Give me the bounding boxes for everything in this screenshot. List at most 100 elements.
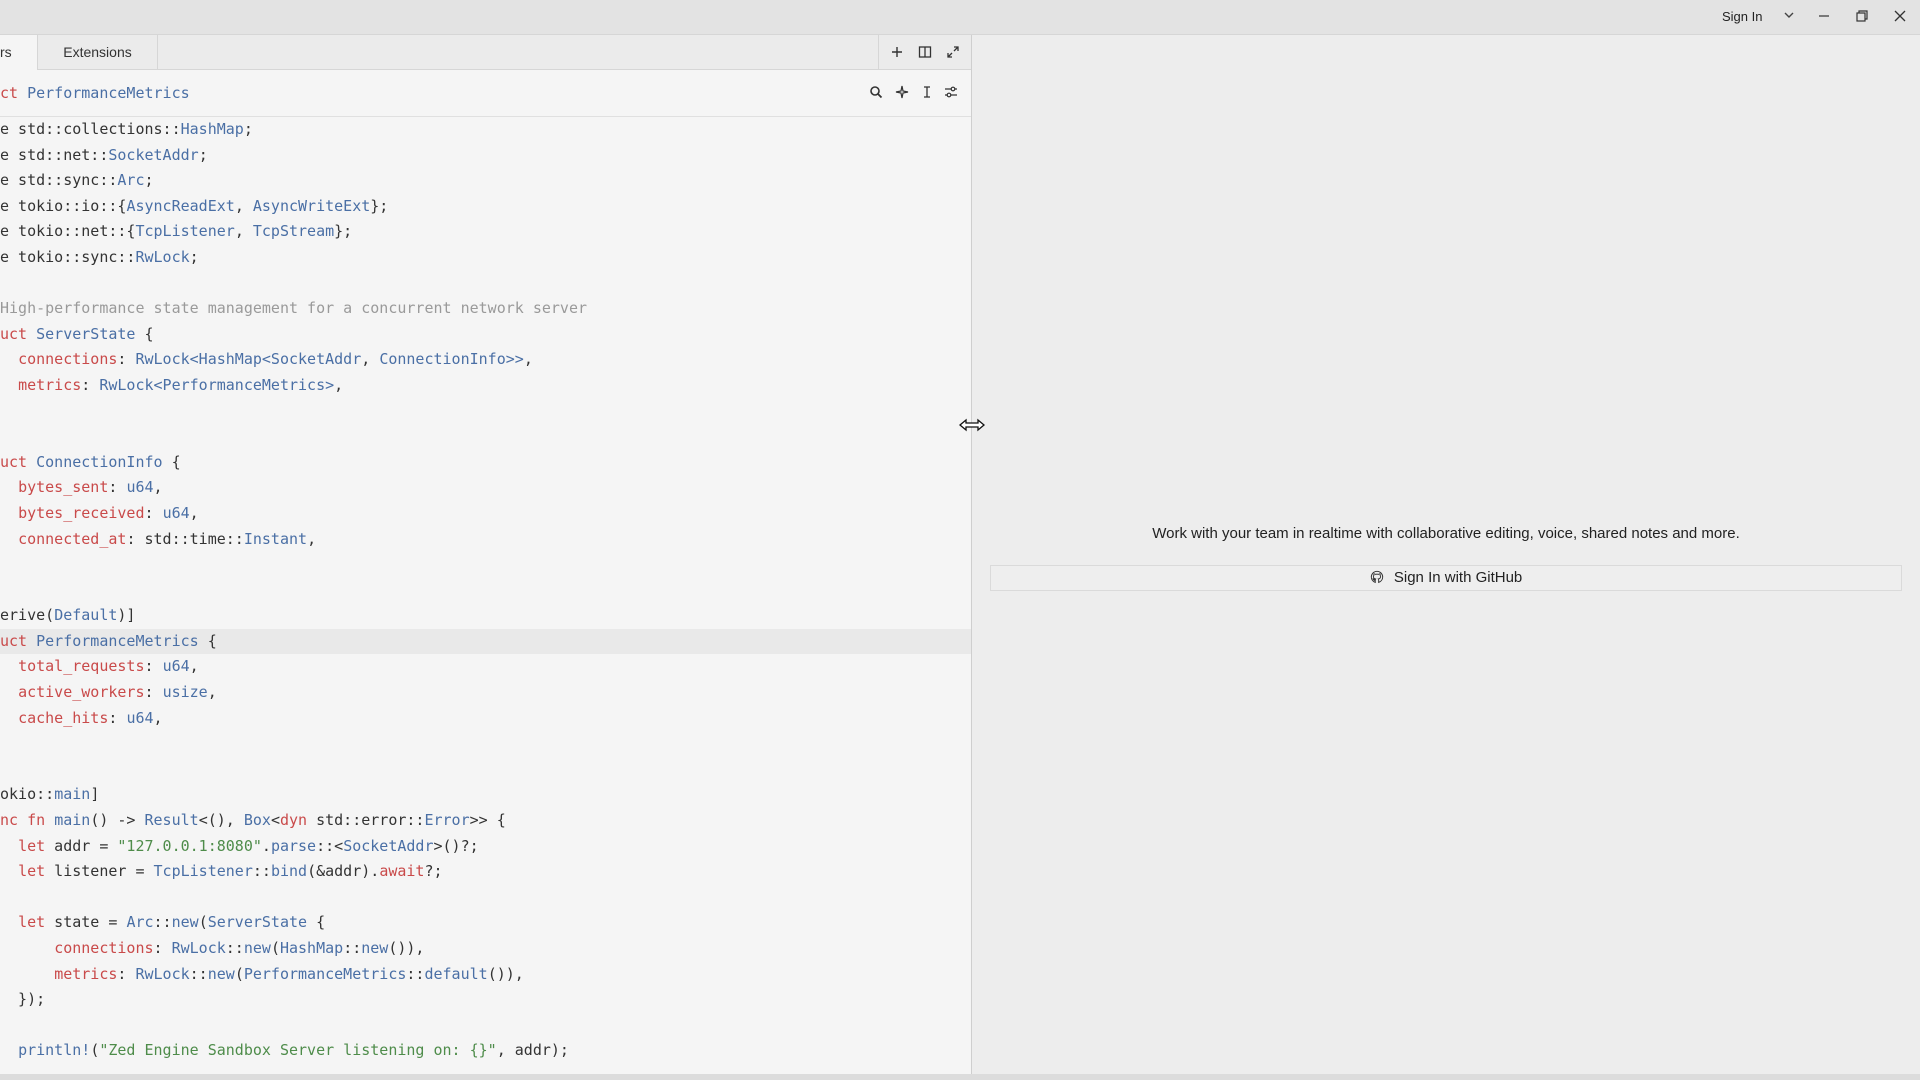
code-token: () -> [90,811,145,830]
code-line[interactable]: connected_at: std::time::Instant, [0,527,971,553]
code-token: ServerState [207,913,308,932]
code-line[interactable] [0,885,971,911]
code-token: <(), [198,811,244,830]
code-token: : std::time:: [126,529,244,548]
code-line[interactable]: bytes_received: u64, [0,501,971,527]
text-cursor-icon[interactable] [919,84,935,100]
code-token: "Zed Engine Sandbox Server listening on:… [99,1041,497,1060]
sign-in-menu[interactable]: Sign In [1722,9,1762,24]
code-token: erive( [0,606,55,625]
maximize-icon[interactable] [945,44,961,60]
chevron-down-icon[interactable] [1782,8,1796,22]
code-line[interactable] [0,757,971,783]
code-line[interactable]: }); [0,987,971,1013]
code-line[interactable]: okio::main] [0,782,971,808]
close-icon[interactable] [1892,8,1908,24]
code-line[interactable] [0,424,971,450]
code-line[interactable] [0,731,971,757]
split-pane-icon[interactable] [917,44,933,60]
code-line[interactable]: uct ServerState { [0,322,971,348]
code-token: main [54,785,91,804]
code-line[interactable]: let addr = "127.0.0.1:8080".parse::<Sock… [0,834,971,860]
tab-current-file[interactable]: rs [0,35,38,70]
tab-extensions[interactable]: Extensions [38,35,158,69]
code-line[interactable]: cache_hits: u64, [0,706,971,732]
code-line[interactable]: connections: RwLock<HashMap<SocketAddr, … [0,347,971,373]
minimize-icon[interactable] [1816,8,1832,24]
code-editor[interactable]: e std::collections::HashMap; e std::net::… [0,117,971,1064]
code-token: , [334,375,344,394]
code-line[interactable]: erive(Default)] [0,603,971,629]
tab-label: rs [0,44,12,60]
code-line[interactable] [0,399,971,425]
code-line[interactable] [0,578,971,604]
code-line[interactable]: uct PerformanceMetrics { [0,628,971,655]
code-line[interactable]: let state = Arc::new(ServerState { [0,910,971,936]
plus-icon[interactable] [889,44,905,60]
code-token: : [108,708,127,727]
code-line[interactable]: metrics: RwLock<PerformanceMetrics>, [0,373,971,399]
code-line[interactable]: bytes_sent: u64, [0,475,971,501]
code-line[interactable] [0,1013,971,1039]
code-line[interactable]: e tokio::io::{AsyncReadExt, AsyncWriteEx… [0,194,971,220]
code-token: ; [243,120,253,138]
code-token: e std::net:: [0,145,109,164]
code-token: , [307,529,317,548]
code-token: ( [234,964,244,983]
code-token: state = [45,913,127,932]
code-token: Result [144,811,199,830]
code-line[interactable]: metrics: RwLock::new(PerformanceMetrics:… [0,962,971,988]
code-line[interactable]: uct ConnectionInfo { [0,450,971,476]
code-token: HashMap [279,939,344,957]
code-token: std::error:: [307,811,425,830]
code-line[interactable]: e std::sync::Arc; [0,168,971,194]
sparkle-icon[interactable] [894,84,910,100]
code-token: ( [198,913,208,932]
code-token: PerformanceMetrics [243,964,407,983]
code-line[interactable]: connections: RwLock::new(HashMap::new())… [0,936,971,962]
collab-message: Work with your team in realtime with col… [1152,525,1740,542]
code-line[interactable]: e std::collections::HashMap; [0,117,971,143]
code-line[interactable]: let listener = TcpListener::bind(&addr).… [0,859,971,885]
code-line[interactable]: total_requests: u64, [0,654,971,680]
search-icon[interactable] [868,84,884,100]
restore-icon[interactable] [1854,8,1870,24]
code-token: ; [198,145,208,164]
code-token: ; [189,247,199,266]
code-line[interactable]: e tokio::sync::RwLock; [0,245,971,271]
code-token: High-performance state management for a … [0,299,587,318]
breadcrumb[interactable]: ct PerformanceMetrics [0,84,190,102]
code-token: e std::sync:: [0,171,118,190]
sign-in-github-button[interactable]: Sign In with GitHub [990,565,1902,591]
code-token: : [144,503,163,522]
code-line[interactable]: e tokio::net::{TcpListener, TcpStream}; [0,219,971,245]
code-token: let [18,836,46,855]
code-line[interactable] [0,271,971,297]
code-line[interactable] [0,552,971,578]
code-token: cache_hits [18,708,109,727]
code-token: { [135,324,154,343]
code-line[interactable]: High-performance state management for a … [0,296,971,322]
breadcrumb-symbol: PerformanceMetrics [27,84,190,102]
code-line[interactable]: e std::net::SocketAddr; [0,143,971,169]
code-token: : [117,350,136,369]
code-token: parse [270,836,317,855]
tab-actions [878,35,971,69]
code-token: addr = [45,836,118,855]
code-line[interactable]: active_workers: usize, [0,680,971,706]
code-token: e tokio::sync:: [0,247,136,266]
code-token: : [153,939,172,957]
code-token: Instant [243,529,308,548]
code-line[interactable]: println!("Zed Engine Sandbox Server list… [0,1038,971,1064]
code-token: :: [252,862,271,881]
code-token: new [361,939,389,957]
code-token: SocketAddr [343,836,434,855]
settings-sliders-icon[interactable] [943,84,959,100]
code-line[interactable]: nc fn main() -> Result<(), Box<dyn std::… [0,808,971,834]
code-token: ; [144,171,154,190]
